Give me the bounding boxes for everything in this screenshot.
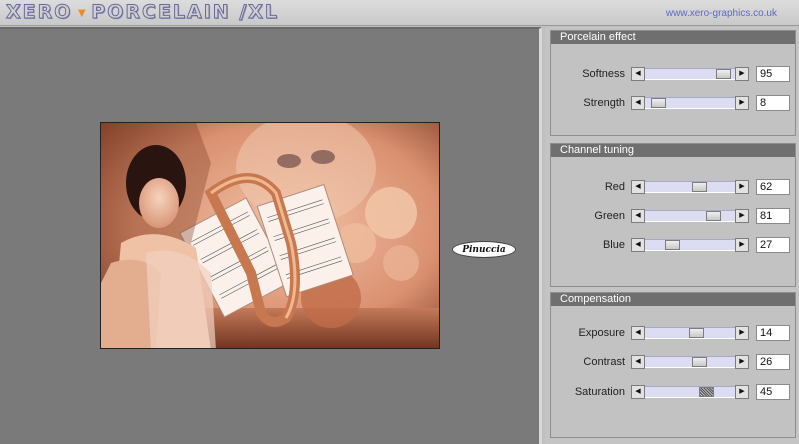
logo-text-left: XERO <box>5 1 73 24</box>
arrow-left-icon[interactable]: ◀ <box>631 180 645 194</box>
slider-track[interactable] <box>645 327 735 339</box>
green-control: Green ◀ ▶ 81 <box>551 208 795 224</box>
plugin-window: XERO ▼ PORCELAIN /XL www.xero-graphics.c… <box>0 0 799 444</box>
blue-control: Blue ◀ ▶ 27 <box>551 237 795 253</box>
softness-slider[interactable]: ◀ ▶ <box>631 67 749 81</box>
red-label: Red <box>604 181 625 193</box>
panel-title: Compensation <box>551 293 795 306</box>
arrow-left-icon[interactable]: ◀ <box>631 385 645 399</box>
blue-label: Blue <box>602 239 625 251</box>
slider-track[interactable] <box>645 386 735 398</box>
softness-label: Softness <box>582 68 625 80</box>
slider-track[interactable] <box>645 239 735 251</box>
strength-value[interactable]: 8 <box>756 95 790 111</box>
softness-control: Softness ◀ ▶ 95 <box>551 66 795 82</box>
logo-triangle-icon: ▼ <box>75 4 89 20</box>
panel-title: Porcelain effect <box>551 31 795 44</box>
saturation-slider[interactable]: ◀ ▶ <box>631 385 749 399</box>
slider-thumb[interactable] <box>692 357 707 367</box>
panel-porcelain-effect: Porcelain effect Softness ◀ ▶ 95 Strengt… <box>550 30 796 136</box>
arrow-right-icon[interactable]: ▶ <box>735 209 749 223</box>
strength-slider[interactable]: ◀ ▶ <box>631 96 749 110</box>
watermark-badge: Pinuccia <box>452 241 516 258</box>
contrast-control: Contrast ◀ ▶ 26 <box>551 354 795 370</box>
preview-photo <box>101 123 439 348</box>
exposure-label: Exposure <box>578 327 625 339</box>
green-slider[interactable]: ◀ ▶ <box>631 209 749 223</box>
softness-value[interactable]: 95 <box>756 66 790 82</box>
panel-channel-tuning: Channel tuning Red ◀ ▶ 62 Green ◀ ▶ 81 B… <box>550 143 796 287</box>
slider-thumb[interactable] <box>699 387 714 397</box>
panel-title: Channel tuning <box>551 144 795 157</box>
arrow-right-icon[interactable]: ▶ <box>735 385 749 399</box>
slider-thumb[interactable] <box>651 98 666 108</box>
strength-label: Strength <box>583 97 625 109</box>
saturation-label: Saturation <box>574 386 625 398</box>
website-link[interactable]: www.xero-graphics.co.uk <box>666 8 777 19</box>
slider-thumb[interactable] <box>706 211 721 221</box>
saturation-value[interactable]: 45 <box>756 384 790 400</box>
green-value[interactable]: 81 <box>756 208 790 224</box>
slider-thumb[interactable] <box>665 240 680 250</box>
exposure-slider[interactable]: ◀ ▶ <box>631 326 749 340</box>
contrast-slider[interactable]: ◀ ▶ <box>631 355 749 369</box>
green-label: Green <box>594 210 625 222</box>
exposure-value[interactable]: 14 <box>756 325 790 341</box>
arrow-right-icon[interactable]: ▶ <box>735 67 749 81</box>
red-slider[interactable]: ◀ ▶ <box>631 180 749 194</box>
slider-thumb[interactable] <box>716 69 731 79</box>
red-value[interactable]: 62 <box>756 179 790 195</box>
slider-track[interactable] <box>645 68 735 80</box>
slider-track[interactable] <box>645 356 735 368</box>
contrast-label: Contrast <box>583 356 625 368</box>
preview-image[interactable] <box>100 122 440 349</box>
slider-thumb[interactable] <box>689 328 704 338</box>
arrow-left-icon[interactable]: ◀ <box>631 238 645 252</box>
arrow-right-icon[interactable]: ▶ <box>735 180 749 194</box>
arrow-left-icon[interactable]: ◀ <box>631 96 645 110</box>
header-bar: XERO ▼ PORCELAIN /XL www.xero-graphics.c… <box>0 0 799 26</box>
red-control: Red ◀ ▶ 62 <box>551 179 795 195</box>
panel-compensation: Compensation Exposure ◀ ▶ 14 Contrast ◀ … <box>550 292 796 438</box>
saturation-control: Saturation ◀ ▶ 45 <box>551 384 795 400</box>
blue-value[interactable]: 27 <box>756 237 790 253</box>
arrow-right-icon[interactable]: ▶ <box>735 238 749 252</box>
logo-text-right: PORCELAIN /XL <box>91 1 280 24</box>
contrast-value[interactable]: 26 <box>756 354 790 370</box>
arrow-right-icon[interactable]: ▶ <box>735 326 749 340</box>
slider-track[interactable] <box>645 210 735 222</box>
arrow-left-icon[interactable]: ◀ <box>631 326 645 340</box>
slider-thumb[interactable] <box>692 182 707 192</box>
exposure-control: Exposure ◀ ▶ 14 <box>551 325 795 341</box>
arrow-right-icon[interactable]: ▶ <box>735 96 749 110</box>
settings-sidebar: Porcelain effect Softness ◀ ▶ 95 Strengt… <box>545 27 799 444</box>
strength-control: Strength ◀ ▶ 8 <box>551 95 795 111</box>
arrow-left-icon[interactable]: ◀ <box>631 67 645 81</box>
preview-area: Pinuccia <box>0 27 542 444</box>
slider-track[interactable] <box>645 181 735 193</box>
app-logo: XERO ▼ PORCELAIN /XL <box>5 1 280 24</box>
slider-track[interactable] <box>645 97 735 109</box>
arrow-right-icon[interactable]: ▶ <box>735 355 749 369</box>
arrow-left-icon[interactable]: ◀ <box>631 355 645 369</box>
blue-slider[interactable]: ◀ ▶ <box>631 238 749 252</box>
arrow-left-icon[interactable]: ◀ <box>631 209 645 223</box>
